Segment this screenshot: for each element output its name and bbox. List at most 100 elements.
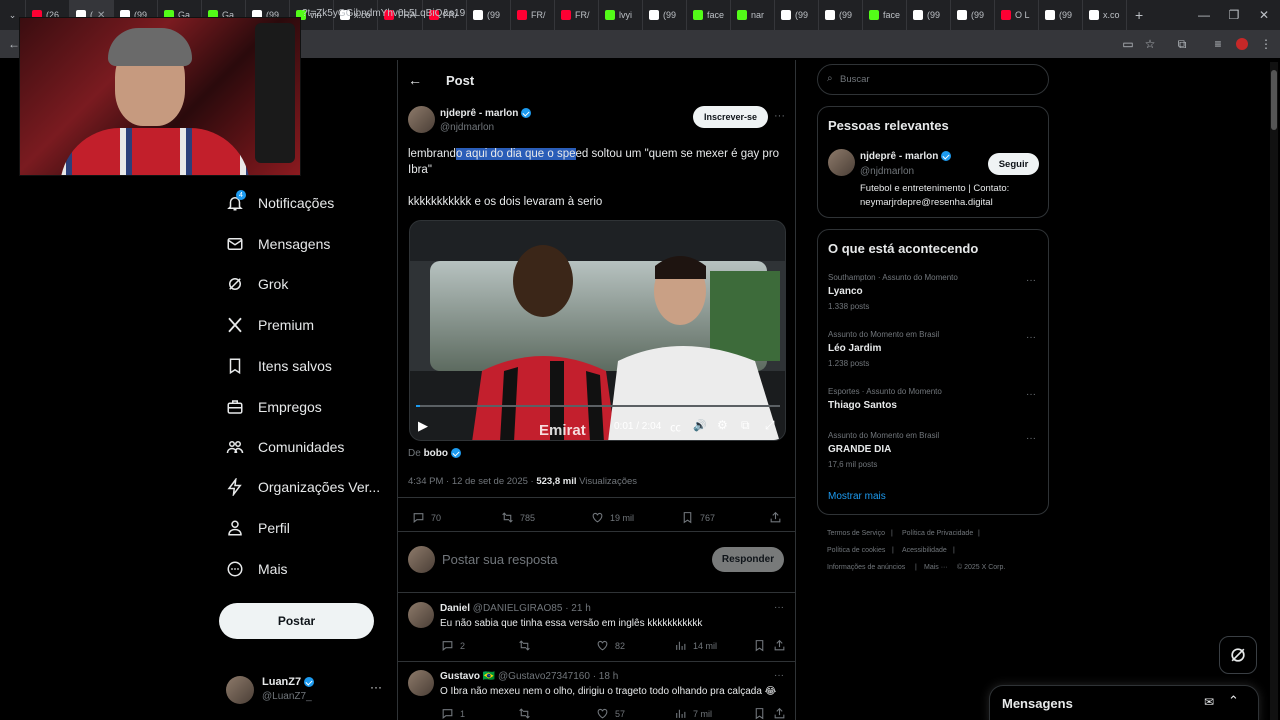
grok-button[interactable] — [1219, 636, 1257, 674]
reply-share-action[interactable] — [773, 639, 786, 652]
from-name[interactable]: bobo — [424, 448, 448, 459]
browser-tab[interactable]: nar — [731, 0, 776, 30]
close-window-button[interactable]: ✕ — [1246, 0, 1280, 30]
browser-tab[interactable]: (99 — [951, 0, 996, 30]
reply-author-avatar[interactable] — [408, 670, 434, 696]
like-action[interactable]: 19 mil — [591, 511, 634, 524]
bookmark-star-button[interactable]: ☆ — [1142, 36, 1158, 52]
browser-tab[interactable]: (99 — [643, 0, 687, 30]
nav-item-mensagens[interactable]: Mensagens — [226, 229, 330, 259]
trend-item[interactable]: Esportes · Assunto do Momento Thiago Sant… — [818, 387, 1048, 433]
author-avatar[interactable] — [408, 106, 435, 133]
browser-tab[interactable]: face — [687, 0, 732, 30]
reply-repost-action[interactable] — [518, 639, 537, 652]
reply-views-action[interactable]: 7 mil — [674, 707, 712, 720]
video-progress-track[interactable] — [416, 405, 780, 407]
reply-input[interactable]: Postar sua resposta — [442, 552, 558, 567]
footer-link[interactable]: Termos de Serviço — [827, 530, 885, 537]
footer-link[interactable]: Mais ··· — [924, 564, 948, 571]
trend-more-icon[interactable]: ··· — [1026, 332, 1036, 343]
browser-tab[interactable]: (99 — [819, 0, 864, 30]
reply-author-handle[interactable]: @DANIELGIRAO85 · 21 h — [473, 603, 591, 614]
reply-author-handle[interactable]: @Gustavo27347160 · 18 h — [498, 671, 618, 682]
reply-reply-action[interactable]: 1 — [441, 707, 465, 720]
reply-like-action[interactable]: 57 — [596, 707, 625, 720]
search-input[interactable]: ⌕ Buscar — [817, 64, 1049, 95]
bookmark-action[interactable]: 767 — [681, 511, 715, 524]
reply-bookmark-action[interactable] — [753, 639, 766, 652]
volume-button[interactable]: 🔊 — [693, 419, 707, 432]
footer-link[interactable]: Política de Privacidade — [902, 530, 973, 537]
settings-button[interactable]: ⚙ — [717, 418, 728, 432]
reply-share-action[interactable] — [773, 707, 786, 720]
reply-author-name[interactable]: Daniel — [440, 603, 470, 614]
captions-button[interactable]: ㏄ — [670, 419, 681, 435]
footer-link[interactable]: Acessibilidade — [902, 547, 947, 554]
page-scrollbar-thumb[interactable] — [1271, 70, 1277, 130]
reply-repost-action[interactable] — [518, 707, 537, 720]
browser-tab[interactable]: O L — [995, 0, 1040, 30]
browser-tab[interactable]: (99 — [907, 0, 952, 30]
nav-item-organizações-ver[interactable]: Organizações Ver... — [226, 472, 380, 502]
author-handle[interactable]: @njdmarlon — [440, 122, 494, 133]
account-switcher[interactable]: LuanZ7 @LuanZ7_ ··· — [226, 674, 386, 706]
relevant-handle[interactable]: @njdmarlon — [860, 166, 914, 177]
reply-author-avatar[interactable] — [408, 602, 434, 628]
author-name[interactable]: njdeprê - marlon — [440, 108, 518, 119]
trend-more-icon[interactable]: ··· — [1026, 275, 1036, 286]
repost-action[interactable]: 785 — [501, 511, 535, 524]
browser-tab[interactable]: x.co — [1083, 0, 1128, 30]
cast-button[interactable]: ▭ — [1120, 36, 1136, 52]
trend-item[interactable]: Assunto do Momento em Brasil Léo Jardim 1.… — [818, 330, 1048, 376]
reply-more-icon[interactable]: ··· — [774, 602, 784, 613]
browser-tab[interactable]: (99 — [467, 0, 511, 30]
back-arrow-button[interactable]: ← — [408, 72, 422, 88]
nav-item-mais[interactable]: Mais — [226, 554, 288, 584]
reading-list-button[interactable]: ≡ — [1210, 36, 1226, 52]
trend-more-icon[interactable]: ··· — [1026, 389, 1036, 400]
show-more-link[interactable]: Mostrar mais — [828, 491, 886, 502]
reply-item[interactable]: Daniel @DANIELGIRAO85 · 21 h ··· Eu não sa… — [398, 593, 795, 661]
reply-action[interactable]: 70 — [412, 511, 441, 524]
reply-bookmark-action[interactable] — [753, 707, 766, 720]
browser-tab[interactable]: (99 — [775, 0, 820, 30]
browser-tab[interactable]: (99 — [1039, 0, 1084, 30]
nav-item-empregos[interactable]: Empregos — [226, 392, 322, 422]
share-action[interactable] — [769, 511, 782, 524]
trend-item[interactable]: Assunto do Momento em Brasil GRANDE DIA 17… — [818, 431, 1048, 477]
relevant-avatar[interactable] — [828, 149, 855, 176]
fullscreen-button[interactable]: ⤢ — [765, 418, 775, 433]
nav-item-grok[interactable]: Grok — [226, 269, 288, 299]
footer-link[interactable]: Política de cookies — [827, 547, 885, 554]
browser-tab[interactable]: face — [863, 0, 908, 30]
nav-item-premium[interactable]: Premium — [226, 310, 314, 340]
pip-button[interactable]: ⧉ — [741, 418, 750, 433]
url-field[interactable]: ?t=Zk5yGGibndmYhv0L5LqBiQ&s19 — [302, 8, 465, 19]
play-button[interactable]: ▶ — [418, 418, 428, 434]
browser-tab[interactable]: FR/ — [511, 0, 555, 30]
nav-item-itens-salvos[interactable]: Itens salvos — [226, 351, 332, 381]
new-tab-button[interactable]: + — [1135, 7, 1143, 23]
reply-reply-action[interactable]: 2 — [441, 639, 465, 652]
reply-views-action[interactable]: 14 mil — [674, 639, 717, 652]
browser-tab[interactable]: lvyi — [599, 0, 643, 30]
subscribe-button[interactable]: Inscrever-se — [693, 106, 768, 128]
post-more-icon[interactable]: ··· — [774, 110, 785, 122]
video-player[interactable]: ▶ 0:01 / 2:04 ㏄ 🔊 ⚙ ⧉ ⤢ Emirat — [409, 220, 786, 441]
messages-drawer[interactable]: Mensagens ✉ ⌃ — [989, 685, 1259, 720]
reply-more-icon[interactable]: ··· — [774, 670, 784, 681]
browser-menu-button[interactable]: ⋮ — [1258, 36, 1274, 52]
post-button[interactable]: Postar — [219, 603, 374, 639]
page-scrollbar[interactable] — [1270, 62, 1278, 720]
reply-like-action[interactable]: 82 — [596, 639, 625, 652]
profile-button[interactable] — [1234, 36, 1250, 52]
trend-more-icon[interactable]: ··· — [1026, 433, 1036, 444]
browser-tab[interactable]: FR/ — [555, 0, 599, 30]
expand-drawer-button[interactable]: ⌃ — [1228, 693, 1239, 709]
nav-item-comunidades[interactable]: Comunidades — [226, 432, 344, 462]
reply-item[interactable]: Gustavo 🇧🇷 @Gustavo27347160 · 18 h ··· O I… — [398, 661, 795, 720]
nav-item-perfil[interactable]: Perfil — [226, 513, 290, 543]
trend-item[interactable]: Southampton · Assunto do Momento Lyanco 1.… — [818, 273, 1048, 319]
footer-link[interactable]: © 2025 X Corp. — [957, 564, 1005, 571]
follow-button[interactable]: Seguir — [988, 153, 1039, 175]
